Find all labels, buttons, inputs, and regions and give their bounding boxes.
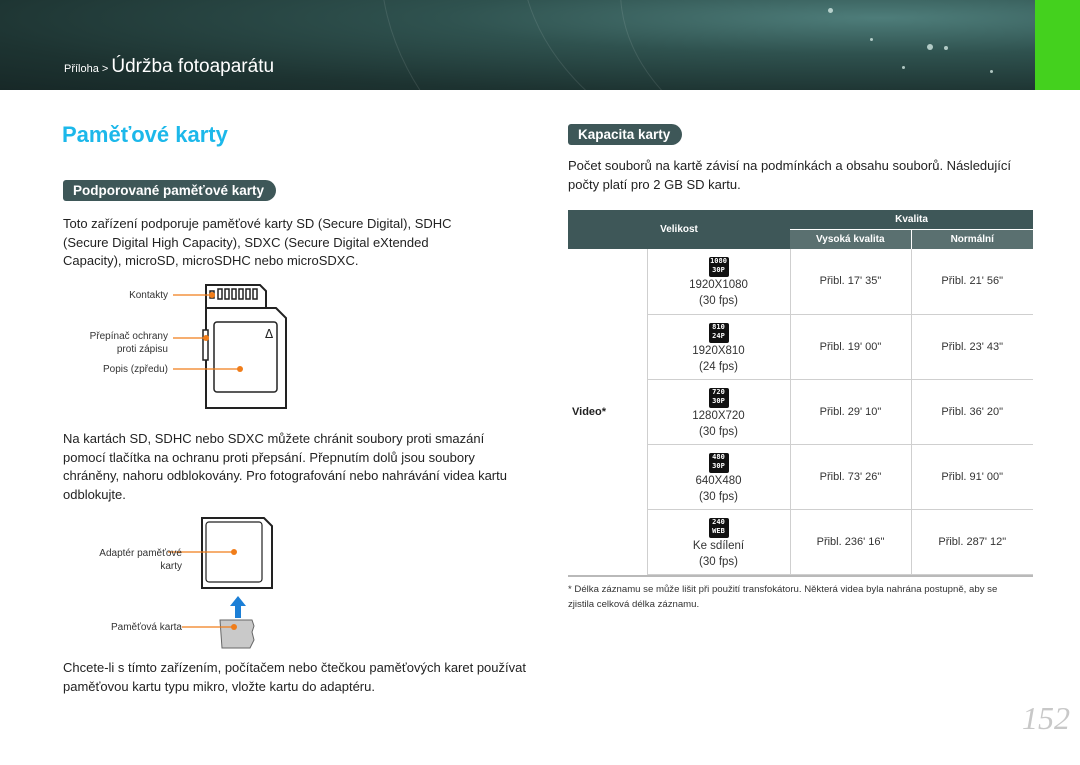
header-high-quality: Vysoká kvalita — [790, 229, 912, 249]
page-title: Paměťové karty — [62, 122, 228, 147]
fps: (30 fps) — [699, 555, 738, 568]
header-size: Velikost — [568, 210, 790, 249]
icon-bottom: 30P — [712, 396, 725, 405]
label-memory-card: Paměťová karta — [110, 622, 182, 633]
write-protect-switch — [202, 329, 209, 361]
resolution: 1920X1080 — [689, 279, 748, 292]
icon-top: 720 — [712, 387, 725, 396]
fps: (30 fps) — [699, 490, 738, 503]
fps: (30 fps) — [699, 425, 738, 438]
resolution: Ke sdílení — [692, 539, 745, 552]
supported-cards-text: Toto zařízení podporuje paměťové karty S… — [63, 216, 452, 268]
svg-text:Δ: Δ — [265, 327, 274, 341]
label-adapter-line1: Adaptér paměťové — [99, 548, 182, 559]
sd-card-front — [205, 307, 287, 409]
icon-top: 810 — [712, 322, 725, 331]
resolution-cell: 480 30P 640X480 (30 fps) — [646, 444, 791, 510]
fps: (24 fps) — [699, 360, 738, 373]
icon-bottom: 24P — [712, 331, 725, 340]
icon-bottom: 30P — [712, 461, 725, 470]
label-front: Popis (zpředu) — [102, 364, 168, 375]
page-number: 152 — [1022, 700, 1070, 736]
breadcrumb: Příloha > Údržba fotoaparátu — [64, 56, 274, 78]
normal-value: Přibl. 23' 43" — [911, 314, 1033, 380]
write-protect-text: Na kartách SD, SDHC nebo SDXC můžete chr… — [63, 431, 507, 502]
table-row: Video* 1080 30P 1920X1080 (30 fps) Přibl.… — [568, 249, 1033, 418]
label-adapter: Adaptér paměťové karty — [50, 547, 182, 573]
icon-top: 240 — [712, 517, 725, 526]
normal-value: Přibl. 21' 56" — [911, 249, 1033, 315]
video-480-icon: 480 30P — [708, 452, 729, 473]
high-quality-value: Přibl. 29' 10" — [790, 379, 912, 445]
label-write-protect: Přepínač ochrany proti zápisu — [40, 330, 168, 356]
header-quality: Kvalita — [790, 210, 1033, 230]
high-quality-value: Přibl. 236' 16" — [790, 509, 912, 575]
resolution-cell: 720 30P 1280X720 (30 fps) — [646, 379, 791, 445]
video-1080-icon: 1080 30P — [708, 257, 729, 278]
footnote: * Délka záznamu se může lišit při použit… — [568, 584, 998, 610]
video-720-icon: 720 30P — [708, 387, 729, 408]
microsd-card — [219, 619, 255, 649]
icon-top: 480 — [712, 452, 725, 461]
table-bottom-rule — [568, 575, 1033, 577]
label-adapter-line2: karty — [160, 561, 182, 572]
icon-top: 1080 — [710, 257, 727, 266]
fps: (30 fps) — [699, 295, 738, 308]
video-810-icon: 810 24P — [708, 322, 729, 343]
label-contacts: Kontakty — [129, 290, 168, 301]
section-tab[interactable] — [1035, 0, 1080, 90]
resolution: 640X480 — [695, 474, 742, 487]
normal-value: Přibl. 91' 00" — [911, 444, 1033, 510]
arrow-up-icon — [230, 596, 246, 618]
capacity-intro: Počet souborů na kartě závisí na podmínk… — [568, 158, 1011, 192]
high-quality-value: Přibl. 73' 26" — [790, 444, 912, 510]
section-heading-capacity: Kapacita karty — [568, 124, 683, 145]
resolution: 1920X810 — [692, 344, 745, 357]
resolution-cell: 240 WEB Ke sdílení (30 fps) — [646, 509, 791, 575]
micro-card-text: Chcete-li s tímto zařízením, počítačem n… — [63, 660, 526, 694]
video-240-web-icon: 240 WEB — [708, 517, 729, 538]
resolution-cell: 1080 30P 1920X1080 (30 fps) — [646, 249, 791, 315]
category-video: Video* — [572, 405, 607, 418]
icon-bottom: 30P — [712, 266, 725, 275]
normal-value: Přibl. 287' 12" — [911, 509, 1033, 575]
label-write-protect-line2: proti zápisu — [116, 344, 168, 355]
breadcrumb-prefix[interactable]: Příloha > — [64, 63, 111, 75]
normal-value: Přibl. 36' 20" — [911, 379, 1033, 445]
section-heading-supported: Podporované paměťové karty — [63, 180, 277, 201]
label-write-protect-line1: Přepínač ochrany — [89, 331, 168, 342]
capacity-table: Velikost Kvalita Vysoká kvalita Normální… — [568, 210, 1033, 575]
high-quality-value: Přibl. 17' 35" — [790, 249, 912, 315]
icon-bottom: WEB — [712, 526, 725, 535]
high-quality-value: Přibl. 19' 00" — [790, 314, 912, 380]
breadcrumb-title: Údržba fotoaparátu — [111, 56, 275, 77]
header-normal: Normální — [911, 229, 1033, 249]
resolution: 1280X720 — [692, 409, 745, 422]
resolution-cell: 810 24P 1920X810 (24 fps) — [646, 314, 791, 380]
header-banner: Příloha > Údržba fotoaparátu — [0, 0, 1035, 90]
